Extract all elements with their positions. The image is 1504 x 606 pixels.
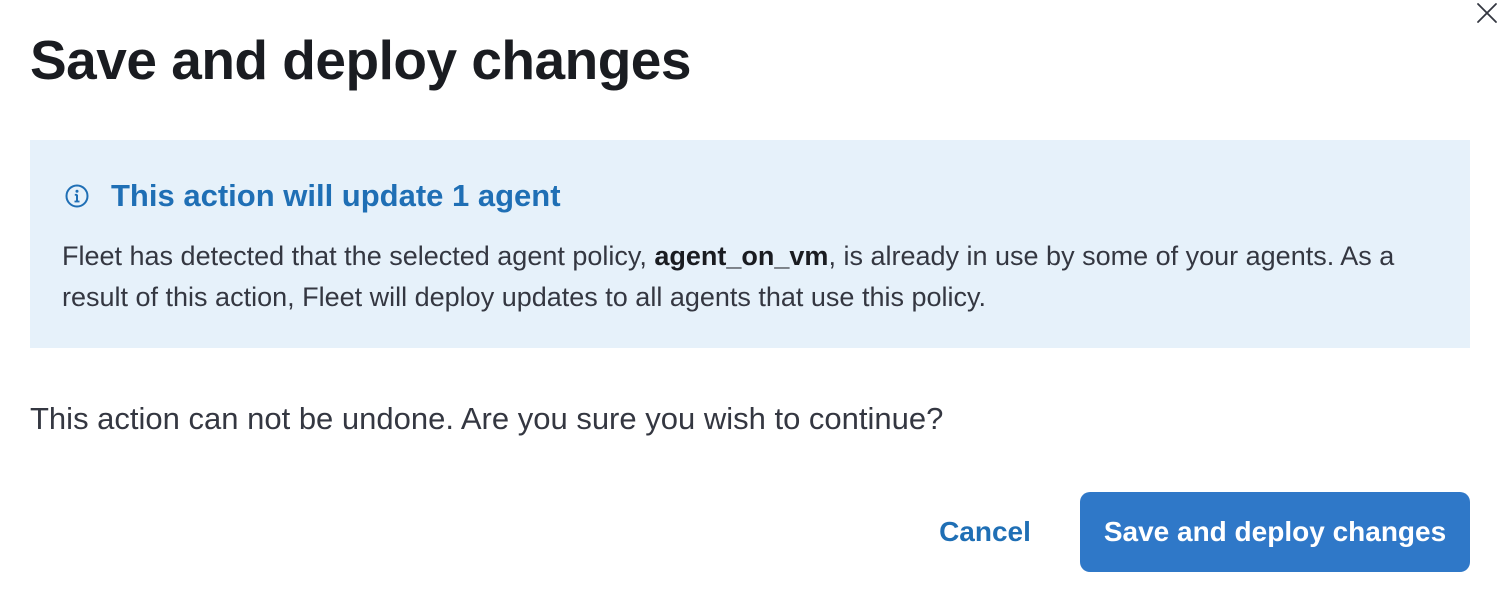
close-icon	[1476, 2, 1498, 29]
save-and-deploy-button[interactable]: Save and deploy changes	[1080, 492, 1470, 572]
callout-title: This action will update 1 agent	[111, 178, 561, 213]
confirmation-message: This action can not be undone. Are you s…	[30, 401, 944, 436]
modal-title: Save and deploy changes	[30, 29, 691, 91]
callout-body-text-before: Fleet has detected that the selected age…	[62, 241, 655, 271]
cancel-button[interactable]: Cancel	[920, 493, 1050, 571]
info-icon	[63, 182, 91, 210]
save-deploy-modal: Save and deploy changes This action will…	[0, 0, 1504, 606]
callout-body: Fleet has detected that the selected age…	[62, 236, 1442, 318]
info-callout: This action will update 1 agent Fleet ha…	[30, 140, 1470, 348]
callout-header: This action will update 1 agent	[63, 176, 561, 216]
close-button[interactable]	[1472, 0, 1502, 30]
policy-name: agent_on_vm	[654, 241, 829, 271]
